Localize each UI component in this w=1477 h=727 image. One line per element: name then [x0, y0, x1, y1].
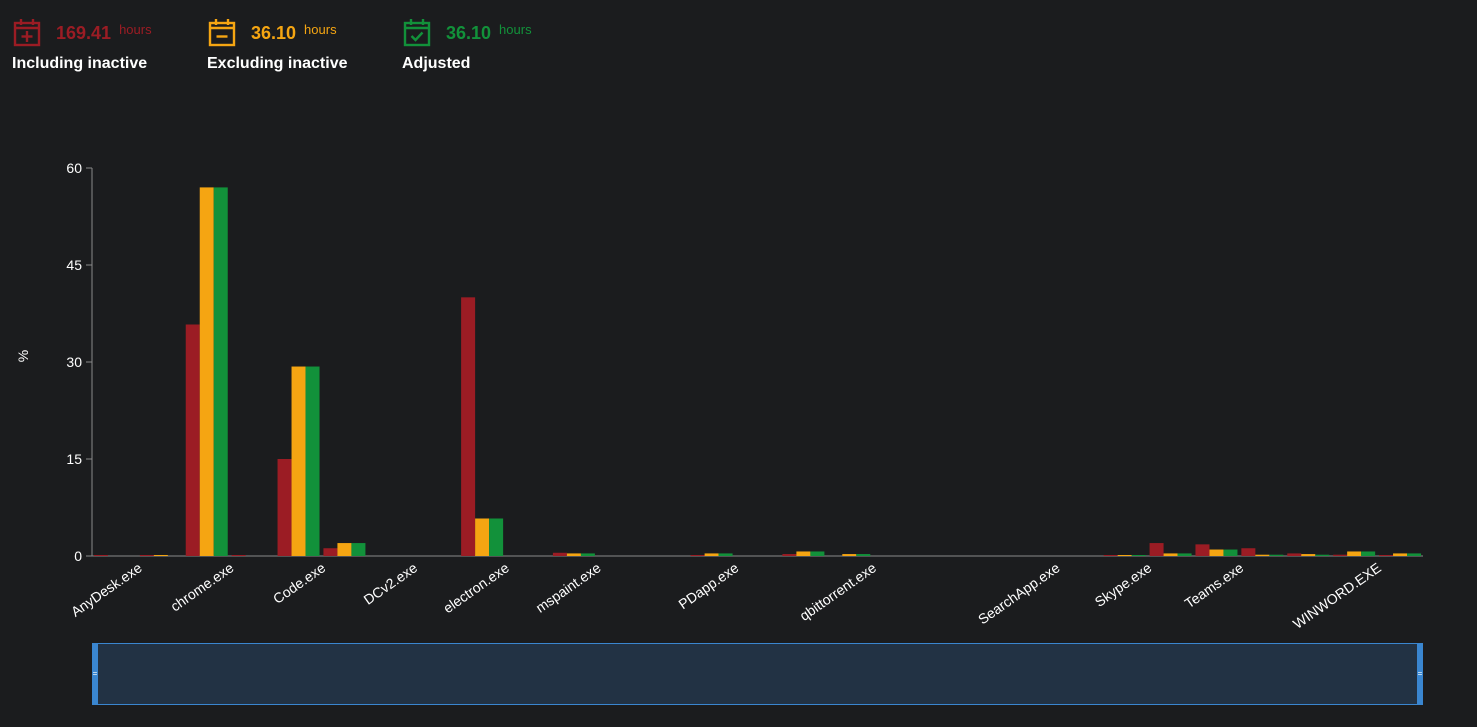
bar	[566, 553, 581, 556]
bar	[782, 554, 797, 556]
bar	[1407, 553, 1422, 556]
x-tick-label: mspaint.exe	[533, 559, 604, 616]
brush-handle-right[interactable]: =	[1417, 643, 1423, 705]
brush-handle-left[interactable]: =	[92, 643, 98, 705]
bar	[1241, 548, 1256, 556]
bar	[277, 459, 292, 556]
bar	[153, 555, 168, 556]
x-tick-label: Teams.exe	[1182, 559, 1247, 611]
bar	[1163, 553, 1178, 556]
bar	[489, 518, 504, 556]
bar	[93, 555, 108, 556]
bar	[580, 553, 595, 556]
bar	[1379, 555, 1394, 556]
bar	[1223, 549, 1238, 556]
bar	[1301, 554, 1316, 556]
bar	[690, 555, 705, 556]
x-tick-label: Skype.exe	[1092, 559, 1155, 610]
bar	[856, 554, 871, 556]
bar	[475, 518, 490, 556]
bar	[1315, 554, 1330, 556]
bar	[1255, 554, 1270, 556]
bar	[1177, 553, 1192, 556]
bar	[199, 187, 214, 556]
bar	[552, 552, 567, 556]
x-tick-label: qbittorrent.exe	[797, 559, 880, 624]
bar	[1269, 554, 1284, 556]
bar	[231, 555, 246, 556]
x-tick-label: electron.exe	[440, 559, 512, 616]
y-tick-label: 45	[66, 257, 82, 273]
bar	[351, 543, 366, 556]
bar	[704, 553, 719, 556]
bar	[842, 554, 857, 556]
bar	[1347, 551, 1362, 556]
bar	[796, 551, 811, 556]
x-tick-label: chrome.exe	[167, 559, 236, 614]
bar	[1117, 555, 1132, 556]
x-tick-label: SearchApp.exe	[975, 559, 1063, 627]
bar	[1209, 549, 1224, 556]
bar	[1333, 554, 1348, 556]
bar	[1393, 553, 1408, 556]
x-tick-label: Code.exe	[270, 559, 328, 607]
bar	[1287, 553, 1302, 556]
bar	[810, 551, 825, 556]
x-tick-label: DCv2.exe	[361, 559, 421, 607]
y-axis-label: %	[15, 350, 31, 362]
bar	[1195, 544, 1210, 556]
bar	[213, 187, 228, 556]
bar	[305, 366, 320, 556]
y-tick-label: 15	[66, 451, 82, 467]
bar	[461, 297, 476, 556]
x-tick-label: WINWORD.EXE	[1290, 559, 1384, 631]
bar-chart: 0 15 30 45 60% AnyDesk.exe chrome.exe Code.exe D…	[15, 160, 1423, 632]
bar	[337, 543, 352, 556]
y-tick-label: 60	[66, 160, 82, 176]
bar	[1149, 543, 1164, 556]
bar	[185, 324, 200, 556]
bar	[1131, 555, 1146, 556]
x-tick-label: PDapp.exe	[675, 559, 741, 612]
bar	[1361, 551, 1376, 556]
y-tick-label: 30	[66, 354, 82, 370]
bar	[139, 555, 154, 556]
y-tick-label: 0	[74, 548, 82, 564]
x-tick-label: AnyDesk.exe	[68, 559, 145, 620]
bar	[323, 548, 338, 556]
bar	[718, 553, 733, 556]
zoom-brush[interactable]: = =	[92, 643, 1423, 705]
bar	[1103, 555, 1118, 556]
bar	[291, 366, 306, 556]
